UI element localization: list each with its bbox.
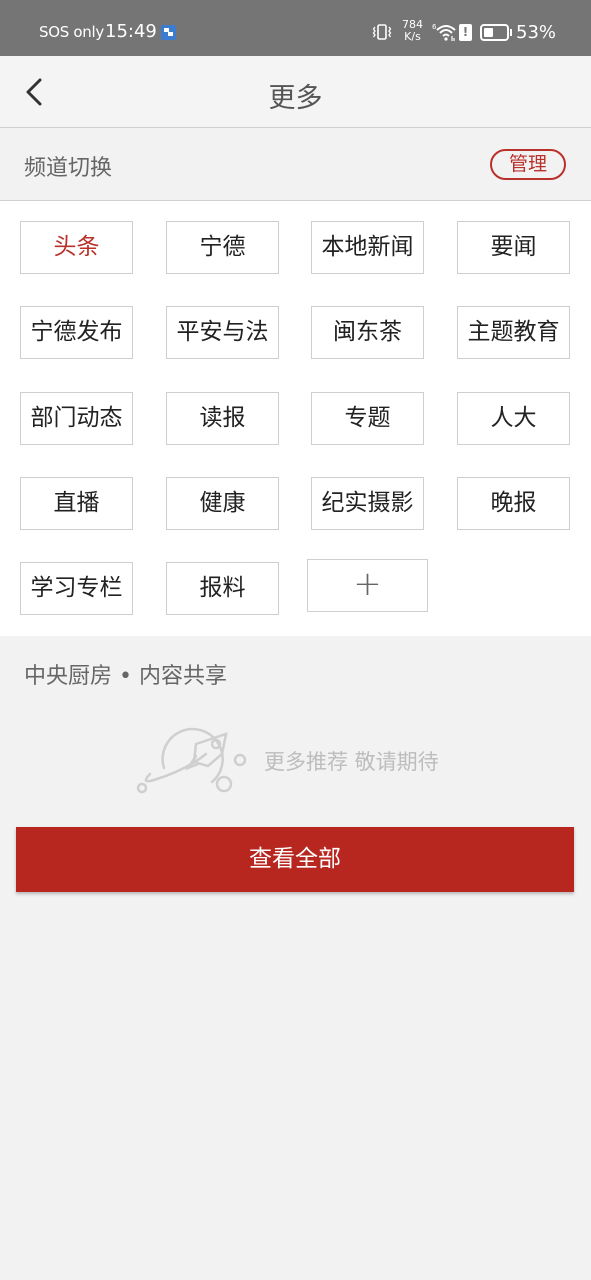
- view-all-button[interactable]: 查看全部: [16, 827, 574, 892]
- channel-chip[interactable]: 读报: [166, 392, 279, 445]
- channel-chip[interactable]: 人大: [457, 392, 570, 445]
- network-speed: 784 K/s: [402, 19, 423, 43]
- status-bar: SOS only 15:49 784 K/s 6 ! 53%: [0, 0, 591, 56]
- network-speed-unit: K/s: [404, 30, 421, 43]
- channel-chip[interactable]: 本地新闻: [311, 221, 424, 274]
- channel-chip[interactable]: 健康: [166, 477, 279, 530]
- channel-grid: 头条 宁德 本地新闻 要闻宁德发布 平安与法 闽东茶 主题教育部门动态 读报 专题 人大直播 健康纪…: [0, 201, 591, 636]
- channel-section-title: 频道切换: [24, 156, 113, 181]
- top-nav-bar: 更多: [0, 56, 591, 128]
- channel-chip[interactable]: 要闻: [457, 221, 570, 274]
- page-title: 更多: [268, 83, 323, 114]
- channel-chip[interactable]: 报料: [166, 562, 279, 615]
- channel-chip[interactable]: 闽东茶: [311, 306, 424, 359]
- vibrate-icon: [372, 24, 392, 40]
- rocket-planet-icon: [136, 727, 247, 794]
- channel-chip[interactable]: 主题教育: [457, 306, 570, 359]
- battery-fill: [484, 28, 494, 37]
- empty-state: 更多推荐 敬请期待: [136, 724, 466, 796]
- battery-icon: [480, 24, 512, 41]
- sim-alert-icon: !: [459, 24, 472, 41]
- translate-notification-icon: [161, 25, 176, 40]
- channel-chip[interactable]: 直播: [20, 477, 133, 530]
- carrier-status: SOS only: [39, 23, 104, 41]
- channel-chip[interactable]: 部门动态: [20, 392, 133, 445]
- channel-chip[interactable]: 宁德发布: [20, 306, 133, 359]
- wifi-icon: 6: [432, 23, 456, 41]
- shared-content-title: 中央厨房 • 内容共享: [24, 664, 227, 689]
- clock: 15:49: [105, 21, 157, 42]
- channel-chip[interactable]: 晚报: [457, 477, 570, 530]
- manage-button[interactable]: 管理: [490, 149, 566, 180]
- channel-chip[interactable]: 学习专栏: [20, 562, 133, 615]
- channel-chip[interactable]: 纪实摄影: [311, 477, 424, 530]
- battery-percent: 53%: [516, 22, 557, 43]
- channel-chip[interactable]: 平安与法: [166, 306, 279, 359]
- empty-state-text: 更多推荐 敬请期待: [264, 750, 439, 774]
- svg-text:6: 6: [432, 23, 437, 31]
- channel-chip[interactable]: 宁德: [166, 221, 279, 274]
- channel-section-header: 频道切换 管理: [0, 128, 591, 201]
- add-channel-button[interactable]: +: [307, 559, 428, 612]
- channel-chip[interactable]: 头条: [20, 221, 133, 274]
- channel-chip[interactable]: 专题: [311, 392, 424, 445]
